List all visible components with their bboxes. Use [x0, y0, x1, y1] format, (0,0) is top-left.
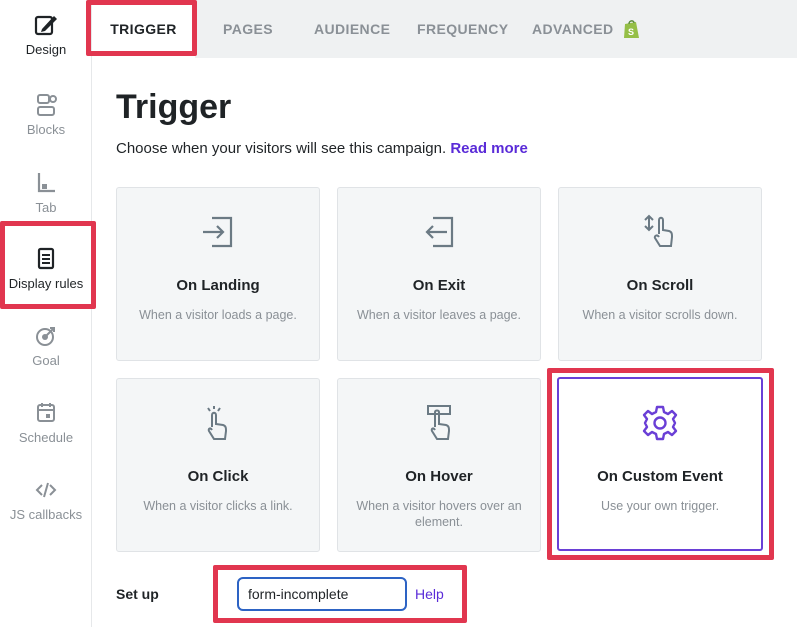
sidebar-item-js-callbacks[interactable]: JS callbacks [0, 477, 92, 524]
enter-icon [117, 212, 319, 252]
card-description: When a visitor loads a page. [139, 308, 297, 322]
card-title: On Exit [412, 277, 466, 294]
click-hand-icon [117, 403, 319, 443]
page-subtitle: Choose when your visitors will see this … [116, 140, 528, 157]
sidebar-item-tab[interactable]: Tab [0, 170, 92, 217]
sidebar-item-schedule[interactable]: Schedule [0, 400, 92, 447]
card-description: When a visitor scrolls down. [582, 308, 738, 322]
card-title: On Click [187, 468, 249, 485]
blocks-icon [33, 92, 59, 118]
subtitle-text: Choose when your visitors will see this … [116, 140, 447, 157]
card-title: On Scroll [626, 277, 694, 294]
card-title: On Landing [176, 277, 260, 294]
trigger-card-on-exit[interactable]: On Exit When a visitor leaves a page. [337, 187, 541, 361]
tab-icon [33, 170, 59, 196]
card-description: Use your own trigger. [600, 499, 720, 513]
schedule-icon [33, 400, 59, 426]
sidebar: Design Blocks Tab Display rules Goal Sch… [0, 0, 92, 627]
code-icon [33, 477, 59, 503]
tab-pages[interactable]: PAGES [223, 0, 273, 58]
tab-audience[interactable]: AUDIENCE [314, 0, 390, 58]
goal-icon [33, 323, 59, 349]
exit-icon [338, 212, 540, 252]
tab-trigger[interactable]: TRIGGER [92, 0, 195, 58]
sidebar-item-label: Schedule [18, 430, 74, 445]
sidebar-item-blocks[interactable]: Blocks [0, 92, 92, 139]
trigger-card-on-scroll[interactable]: On Scroll When a visitor scrolls down. [558, 187, 762, 361]
sidebar-item-design[interactable]: Design [0, 12, 92, 59]
gear-icon [559, 403, 761, 443]
tab-advanced[interactable]: ADVANCED [532, 0, 614, 58]
page-title: Trigger [116, 88, 232, 126]
tab-frequency[interactable]: FREQUENCY [417, 0, 509, 58]
sidebar-item-goal[interactable]: Goal [0, 323, 92, 370]
sidebar-item-label: JS callbacks [9, 507, 83, 522]
sidebar-item-label: Blocks [26, 122, 66, 137]
trigger-card-on-click[interactable]: On Click When a visitor clicks a link. [116, 378, 320, 552]
svg-text:S: S [628, 27, 634, 37]
custom-event-input[interactable] [237, 577, 407, 611]
sidebar-item-display-rules[interactable]: Display rules [0, 246, 92, 293]
shopify-icon: S [622, 18, 642, 45]
hover-hand-icon [338, 403, 540, 443]
sidebar-item-label: Tab [35, 200, 57, 215]
trigger-card-on-custom-event[interactable]: On Custom Event Use your own trigger. [557, 377, 763, 551]
setup-label: Set up [116, 586, 159, 602]
card-title: On Hover [405, 468, 473, 485]
scroll-hand-icon [559, 212, 761, 252]
sidebar-item-label: Design [25, 42, 67, 57]
read-more-link[interactable]: Read more [450, 140, 528, 157]
sidebar-item-label: Goal [32, 353, 60, 368]
trigger-card-on-hover[interactable]: On Hover When a visitor hovers over an e… [337, 378, 541, 552]
trigger-card-on-landing[interactable]: On Landing When a visitor loads a page. [116, 187, 320, 361]
display-rules-icon [33, 246, 59, 272]
card-title: On Custom Event [597, 468, 723, 485]
card-description: When a visitor leaves a page. [357, 308, 521, 322]
design-icon [33, 12, 59, 38]
sidebar-item-label: Display rules [8, 276, 84, 291]
card-description: When a visitor clicks a link. [143, 499, 293, 513]
card-description: When a visitor hovers over an element. [356, 499, 522, 529]
help-link[interactable]: Help [415, 586, 444, 602]
